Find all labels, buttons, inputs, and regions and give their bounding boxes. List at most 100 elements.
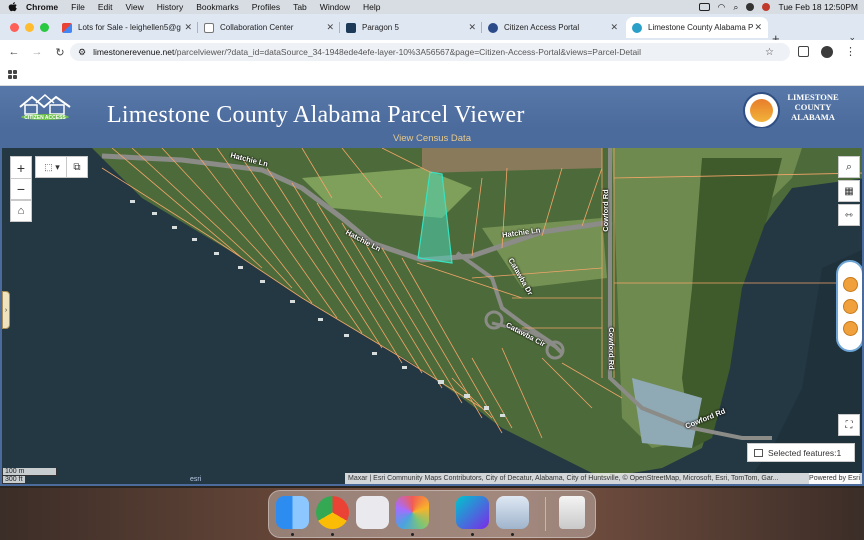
menu-history[interactable]: History — [157, 2, 183, 12]
menu-edit[interactable]: Edit — [98, 2, 113, 12]
clear-selection-icon[interactable]: ⧉ — [66, 156, 88, 178]
close-tab-icon[interactable]: ✕ — [326, 22, 334, 33]
view-census-data-link[interactable]: View Census Data — [393, 133, 471, 144]
tab-paragon[interactable]: Paragon 5 ✕ — [340, 17, 482, 38]
reload-icon[interactable]: ↻ — [51, 46, 69, 59]
tab-citizen-access-portal[interactable]: Citizen Access Portal ✕ — [482, 17, 624, 38]
wifi-icon[interactable]: ◠ — [718, 2, 726, 13]
bookmarks-bar — [0, 64, 864, 86]
address-bar[interactable]: ⚙ limestonerevenue.net/parcelviewer/?dat… — [70, 43, 790, 61]
scale-metric: 100 m — [2, 468, 57, 476]
tab-title: Lots for Sale - leighellen5@g — [78, 23, 181, 32]
zoom-window-button[interactable] — [40, 23, 49, 32]
menu-tab[interactable]: Tab — [293, 2, 307, 12]
menubar-status-area: ◠ ⌕ Tue Feb 18 12:50PM — [698, 0, 858, 14]
running-indicator — [291, 533, 294, 536]
layer-toggle-icon[interactable] — [843, 277, 858, 292]
home-icon[interactable]: ⌂ — [10, 200, 32, 222]
back-arrow-icon[interactable]: ← — [5, 46, 23, 58]
running-indicator — [471, 533, 474, 536]
running-indicator — [511, 533, 514, 536]
forward-arrow-icon[interactable]: → — [28, 46, 46, 58]
citizen-access-logo-text: CITIZEN ACCESS — [24, 115, 66, 121]
extensions-puzzle-icon[interactable] — [798, 46, 809, 57]
finder-icon[interactable] — [276, 496, 309, 529]
macos-menubar: Chrome File Edit View History Bookmarks … — [0, 0, 864, 14]
close-tab-icon[interactable]: ✕ — [610, 22, 618, 33]
menu-help[interactable]: Help — [363, 2, 380, 12]
browser-tab-strip: Lots for Sale - leighellen5@g ✕ Collabor… — [0, 14, 864, 46]
gmail-icon — [62, 22, 72, 33]
menubar-clock[interactable]: Tue Feb 18 12:50PM — [778, 2, 858, 12]
canva-icon[interactable] — [456, 496, 489, 529]
esri-logo[interactable]: esri — [190, 476, 201, 483]
running-indicator — [411, 533, 414, 536]
window-controls — [10, 23, 49, 32]
scale-imperial: 300 ft — [2, 476, 26, 484]
measure-icon[interactable]: ⇿ — [838, 204, 860, 226]
layer-toggle-icon[interactable] — [843, 299, 858, 314]
macos-dock — [268, 490, 596, 538]
basemap-gallery-icon[interactable]: ▦ — [838, 180, 860, 202]
photos-icon[interactable] — [396, 496, 429, 529]
trash-icon[interactable] — [559, 496, 585, 529]
browser-toolbar: ← → ↻ ⚙ limestonerevenue.net/parcelviewe… — [0, 40, 864, 64]
portal-icon — [488, 22, 498, 33]
paragon-icon — [346, 22, 356, 33]
menu-app-name[interactable]: Chrome — [26, 2, 58, 12]
attribution-text: Maxar | Esri Community Maps Contributors… — [348, 475, 779, 482]
map-attribution[interactable]: Maxar | Esri Community Maps Contributors… — [345, 473, 862, 484]
parcel-viewer-icon — [632, 22, 642, 33]
dock-separator — [545, 497, 546, 531]
select-tool-button[interactable]: ⬚ ▾ — [35, 156, 69, 178]
minimize-window-button[interactable] — [25, 23, 34, 32]
menu-view[interactable]: View — [125, 2, 143, 12]
tab-title: Paragon 5 — [362, 23, 399, 32]
selection-icon — [754, 448, 763, 457]
census-bar: View Census Data — [0, 128, 864, 146]
more-menu-icon[interactable]: ⋮ — [845, 45, 856, 58]
county-name: LIMESTONE COUNTY ALABAMA — [786, 92, 840, 122]
tab-title: Citizen Access Portal — [504, 23, 580, 32]
fullscreen-icon[interactable]: ⛶ — [838, 414, 860, 436]
chrome-icon[interactable] — [316, 496, 349, 529]
launchpad-icon[interactable] — [356, 496, 389, 529]
page-icon — [204, 22, 214, 33]
search-icon[interactable]: ⌕ — [838, 156, 860, 178]
bookmark-star-icon[interactable]: ☆ — [765, 47, 774, 58]
zoom-out-button[interactable]: − — [10, 178, 32, 200]
menu-file[interactable]: File — [71, 2, 85, 12]
close-window-button[interactable] — [10, 23, 19, 32]
county-name-line: ALABAMA — [791, 112, 835, 122]
selected-features-button[interactable]: Selected features:1 — [747, 443, 855, 462]
powered-by-esri[interactable]: Powered by Esri — [809, 473, 860, 484]
menu-window[interactable]: Window — [320, 2, 350, 12]
site-info-icon[interactable]: ⚙ — [78, 47, 86, 58]
preview-icon[interactable] — [496, 496, 529, 529]
control-center-icon[interactable] — [746, 3, 755, 11]
url-path: /parcelviewer/?data_id=dataSource_34-194… — [174, 47, 641, 57]
expand-panel-handle[interactable]: › — [2, 291, 10, 329]
apps-grid-icon[interactable] — [8, 70, 17, 79]
layer-list-panel[interactable] — [836, 260, 862, 352]
running-indicator — [331, 533, 334, 536]
zoom-in-button[interactable]: + — [10, 156, 32, 178]
user-avatar-icon[interactable] — [762, 3, 771, 11]
layer-toggle-icon[interactable] — [843, 321, 858, 336]
selected-features-label: Selected features:1 — [768, 447, 842, 458]
menu-bookmarks[interactable]: Bookmarks — [196, 2, 239, 12]
close-tab-icon[interactable]: ✕ — [468, 22, 476, 33]
tab-lots-for-sale[interactable]: Lots for Sale - leighellen5@g ✕ — [56, 17, 198, 38]
tab-limestone-parcel-viewer[interactable]: Limestone County Alabama P ✕ — [626, 17, 768, 38]
close-tab-icon[interactable]: ✕ — [754, 22, 762, 33]
profile-avatar-icon[interactable] — [821, 45, 833, 58]
battery-icon[interactable] — [698, 3, 710, 11]
county-name-line: LIMESTONE — [787, 92, 839, 102]
tab-collaboration-center[interactable]: Collaboration Center ✕ — [198, 17, 340, 38]
menu-profiles[interactable]: Profiles — [252, 2, 280, 12]
scale-bar: 100 m 300 ft — [2, 468, 57, 484]
apple-icon[interactable] — [8, 2, 18, 12]
close-tab-icon[interactable]: ✕ — [184, 22, 192, 33]
search-spotlight-icon[interactable]: ⌕ — [733, 2, 738, 13]
parcel-map[interactable]: Hatchie Ln Hatchie Ln Hatchie Ln Catawba… — [0, 146, 864, 486]
